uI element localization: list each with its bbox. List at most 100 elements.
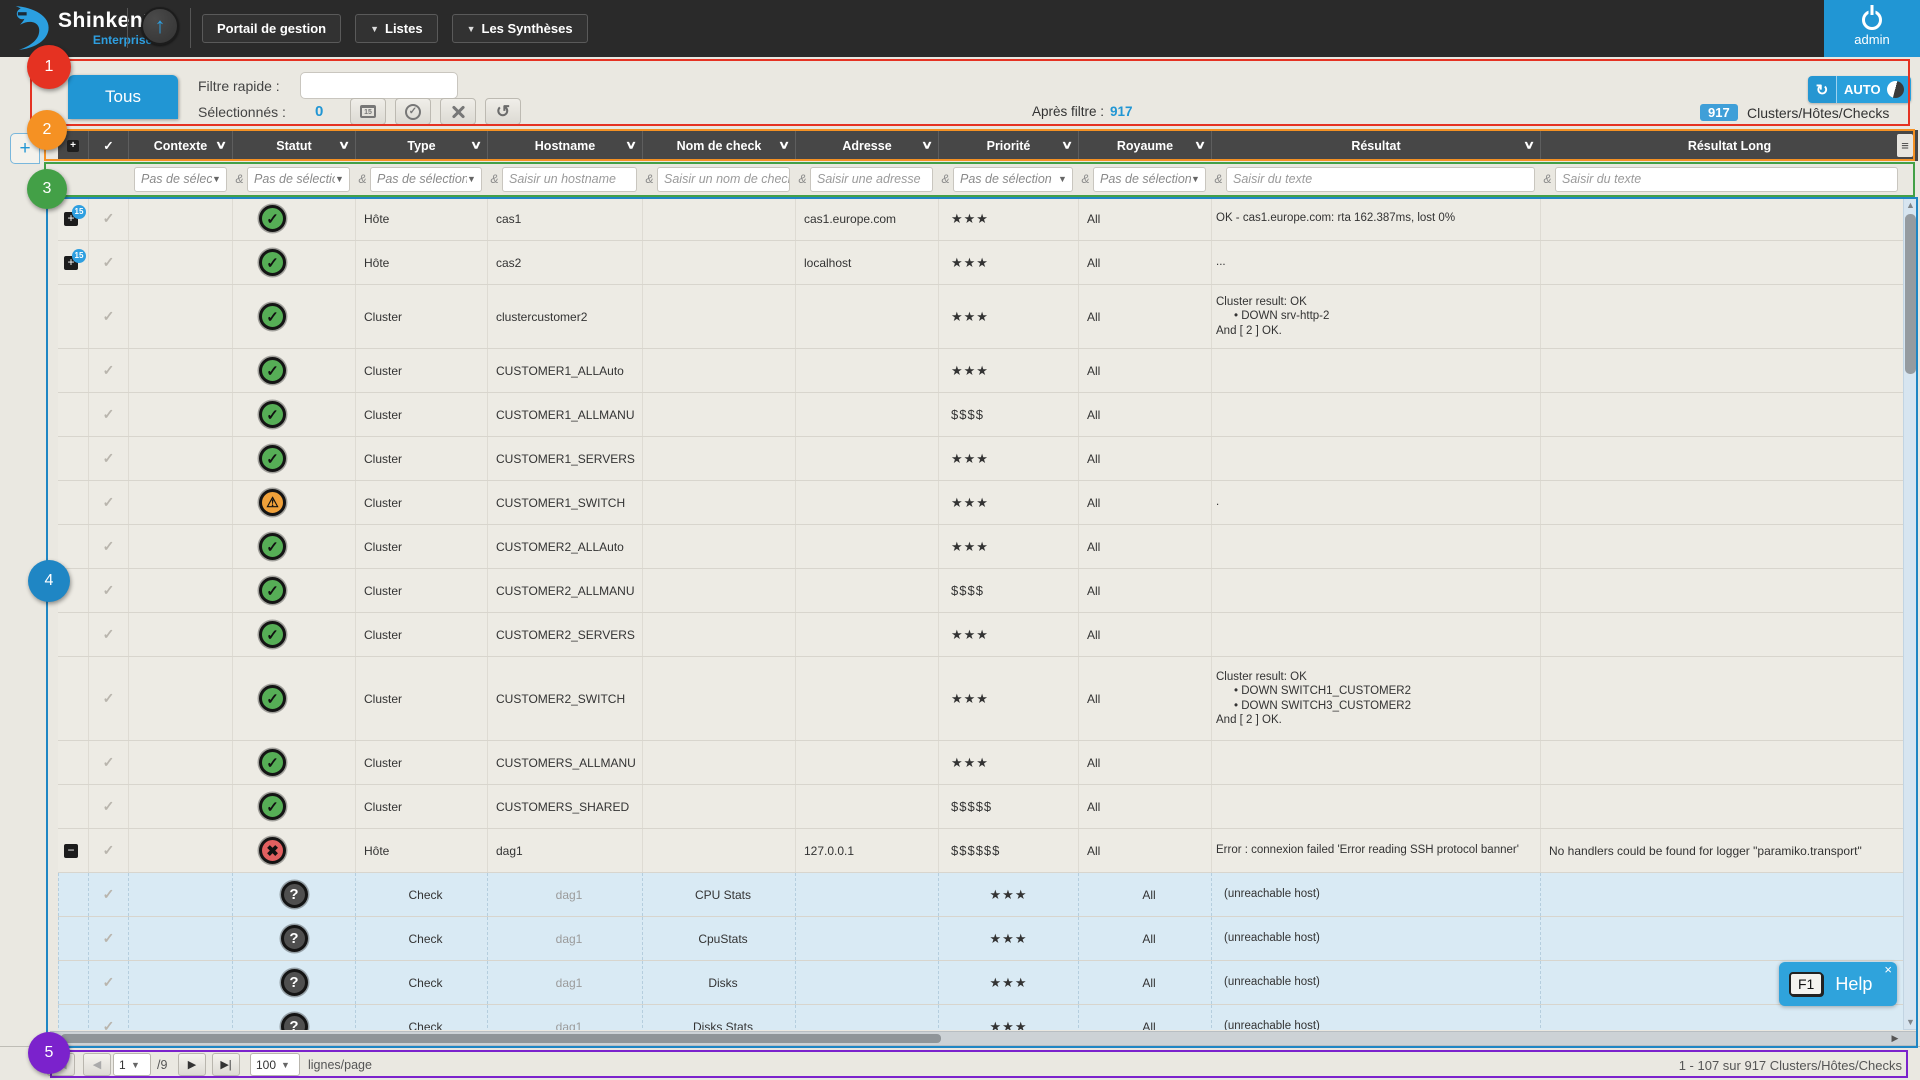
scroll-down-icon[interactable]: ▼ xyxy=(1904,1017,1917,1027)
scroll-up-icon[interactable]: ▲ xyxy=(1904,200,1917,210)
filter-input-check_name[interactable] xyxy=(658,172,790,186)
auto-toggle[interactable]: AUTO xyxy=(1837,76,1911,103)
page-size-select[interactable]: 100▼ xyxy=(250,1053,300,1076)
sort-chevron-icon[interactable]: ∨ xyxy=(215,138,227,151)
expand-all-icon[interactable]: + xyxy=(67,140,79,152)
filter-input-adresse[interactable] xyxy=(811,172,933,186)
scroll-top-button[interactable]: ↑ xyxy=(141,7,179,45)
table-row[interactable]: ✓?Checkdag1Disks★★★All(unreachable host) xyxy=(58,961,1903,1005)
filter-select-contexte[interactable]: Pas de sélection▼ xyxy=(134,167,227,192)
row-select-check-icon[interactable]: ✓ xyxy=(103,626,115,643)
sort-chevron-icon[interactable]: ∨ xyxy=(921,138,933,151)
column-header-statut[interactable]: Statut∨ xyxy=(232,130,355,161)
scroll-right-icon[interactable]: ▶ xyxy=(1887,1032,1903,1045)
expand-plus-icon[interactable]: +15 xyxy=(64,212,78,226)
column-header-type[interactable]: Type∨ xyxy=(355,130,487,161)
table-row[interactable]: ✓✓ClusterCUSTOMER1_ALLAuto★★★All xyxy=(58,349,1903,393)
add-view-tab[interactable]: + xyxy=(10,133,40,164)
help-button[interactable]: F1 Help × xyxy=(1779,962,1897,1006)
table-row[interactable]: ✓✓ClusterCUSTOMERS_ALLMANU★★★All xyxy=(58,741,1903,785)
table-row[interactable]: ✓✓ClusterCUSTOMER1_SERVERS★★★All xyxy=(58,437,1903,481)
column-header-priorite[interactable]: Priorité∨ xyxy=(938,130,1078,161)
select-all-check-icon[interactable]: ✓ xyxy=(103,138,113,153)
table-row[interactable]: ✓?Checkdag1CpuStats★★★All(unreachable ho… xyxy=(58,917,1903,961)
row-select-check-icon[interactable]: ✓ xyxy=(103,308,115,325)
horizontal-scrollbar-thumb[interactable] xyxy=(61,1034,941,1043)
row-select-check-icon[interactable]: ✓ xyxy=(103,886,115,903)
tools-icon[interactable] xyxy=(440,98,476,125)
row-select-check-icon[interactable]: ✓ xyxy=(103,210,115,227)
sort-chevron-icon[interactable]: ∨ xyxy=(1061,138,1073,151)
table-row[interactable]: ✓✓ClusterCUSTOMERS_SHARED$$$$$All xyxy=(58,785,1903,829)
filter-select-royaume[interactable]: Pas de sélection▼ xyxy=(1093,167,1206,192)
row-select-check-icon[interactable]: ✓ xyxy=(103,1018,115,1030)
row-select-check-icon[interactable]: ✓ xyxy=(103,798,115,815)
filter-select-type[interactable]: Pas de sélection▼ xyxy=(370,167,482,192)
filter-select-priorite[interactable]: Pas de sélection▼ xyxy=(953,167,1073,192)
table-row[interactable]: ✓✓ClusterCUSTOMER2_SWITCH★★★AllCluster r… xyxy=(58,657,1903,741)
column-header-resultat[interactable]: Résultat∨ xyxy=(1211,130,1540,161)
row-select-check-icon[interactable]: ✓ xyxy=(103,494,115,511)
column-header-contexte[interactable]: Contexte∨ xyxy=(128,130,232,161)
row-select-check-icon[interactable]: ✓ xyxy=(103,582,115,599)
sort-chevron-icon[interactable]: ∨ xyxy=(1523,138,1535,151)
table-row[interactable]: ✓⚠ClusterCUSTOMER1_SWITCH★★★All. xyxy=(58,481,1903,525)
page-select[interactable]: 1▼ xyxy=(113,1053,151,1076)
sort-chevron-icon[interactable]: ∨ xyxy=(1194,138,1206,151)
row-select-check-icon[interactable]: ✓ xyxy=(103,690,115,707)
vertical-scrollbar[interactable]: ▲ ▼ xyxy=(1903,197,1918,1030)
tab-tous[interactable]: Tous xyxy=(68,75,178,119)
filter-input-resultat[interactable] xyxy=(1227,172,1534,186)
refresh-icon[interactable]: ↻ xyxy=(1808,76,1837,103)
quick-filter-input[interactable] xyxy=(300,72,458,99)
first-page-button[interactable]: |◀ xyxy=(47,1053,75,1076)
sort-chevron-icon[interactable]: ∨ xyxy=(470,138,482,151)
column-header-hostname[interactable]: Hostname∨ xyxy=(487,130,642,161)
row-select-check-icon[interactable]: ✓ xyxy=(103,254,115,271)
table-row[interactable]: +15✓✓Hôtecas1cas1.europe.com★★★AllOK - c… xyxy=(58,197,1903,241)
table-row[interactable]: +15✓✓Hôtecas2localhost★★★All... xyxy=(58,241,1903,285)
table-row[interactable]: ✓?Checkdag1Disks Stats★★★All(unreachable… xyxy=(58,1005,1903,1030)
filter-select-statut[interactable]: Pas de sélection▼ xyxy=(247,167,350,192)
sort-chevron-icon[interactable]: ∨ xyxy=(778,138,790,151)
row-select-check-icon[interactable]: ✓ xyxy=(103,930,115,947)
menu-item-les-synth-ses[interactable]: ▼Les Synthèses xyxy=(452,14,588,43)
check-circle-icon[interactable]: ✓ xyxy=(395,98,431,125)
table-row[interactable]: −✓✖Hôtedag1127.0.0.1$$$$$$AllError : con… xyxy=(58,829,1903,873)
table-row[interactable]: ✓✓ClusterCUSTOMER2_ALLMANU$$$$All xyxy=(58,569,1903,613)
row-select-check-icon[interactable]: ✓ xyxy=(103,974,115,991)
horizontal-scrollbar[interactable]: ▶ xyxy=(50,1031,1918,1046)
menu-item-portail-de-gestion[interactable]: Portail de gestion xyxy=(202,14,341,43)
menu-item-listes[interactable]: ▼Listes xyxy=(355,14,438,43)
prev-page-button[interactable]: ◀ xyxy=(83,1053,111,1076)
row-select-check-icon[interactable]: ✓ xyxy=(103,842,115,859)
vertical-scrollbar-thumb[interactable] xyxy=(1905,214,1916,374)
collapse-minus-icon[interactable]: − xyxy=(64,844,78,858)
expand-plus-icon[interactable]: +15 xyxy=(64,256,78,270)
column-header-royaume[interactable]: Royaume∨ xyxy=(1078,130,1211,161)
row-select-check-icon[interactable]: ✓ xyxy=(103,754,115,771)
shinken-logo[interactable]: Shinken™ Enterprise xyxy=(8,4,152,52)
column-header-check_name[interactable]: Nom de check∨ xyxy=(642,130,795,161)
admin-user-button[interactable]: admin xyxy=(1824,0,1920,57)
table-row[interactable]: ✓✓Clusterclustercustomer2★★★AllCluster r… xyxy=(58,285,1903,349)
last-page-button[interactable]: ▶| xyxy=(212,1053,240,1076)
row-select-check-icon[interactable]: ✓ xyxy=(103,538,115,555)
filter-input-resultat_long[interactable] xyxy=(1556,172,1897,186)
row-select-check-icon[interactable]: ✓ xyxy=(103,450,115,467)
close-icon[interactable]: × xyxy=(1884,962,1892,977)
filter-input-hostname[interactable] xyxy=(503,172,637,186)
sort-chevron-icon[interactable]: ∨ xyxy=(338,138,350,151)
undo-icon[interactable]: ↺ xyxy=(485,98,521,125)
table-row[interactable]: ✓✓ClusterCUSTOMER2_ALLAuto★★★All xyxy=(58,525,1903,569)
row-select-check-icon[interactable]: ✓ xyxy=(103,362,115,379)
table-row[interactable]: ✓?Checkdag1CPU Stats★★★All(unreachable h… xyxy=(58,873,1903,917)
row-select-check-icon[interactable]: ✓ xyxy=(103,406,115,423)
table-row[interactable]: ✓✓ClusterCUSTOMER2_SERVERS★★★All xyxy=(58,613,1903,657)
calendar-icon[interactable]: 15 xyxy=(350,98,386,125)
next-page-button[interactable]: ▶ xyxy=(178,1053,206,1076)
sort-chevron-icon[interactable]: ∨ xyxy=(625,138,637,151)
column-menu-icon[interactable]: ≡ xyxy=(1897,134,1913,157)
table-row[interactable]: ✓✓ClusterCUSTOMER1_ALLMANU$$$$All xyxy=(58,393,1903,437)
column-header-adresse[interactable]: Adresse∨ xyxy=(795,130,938,161)
